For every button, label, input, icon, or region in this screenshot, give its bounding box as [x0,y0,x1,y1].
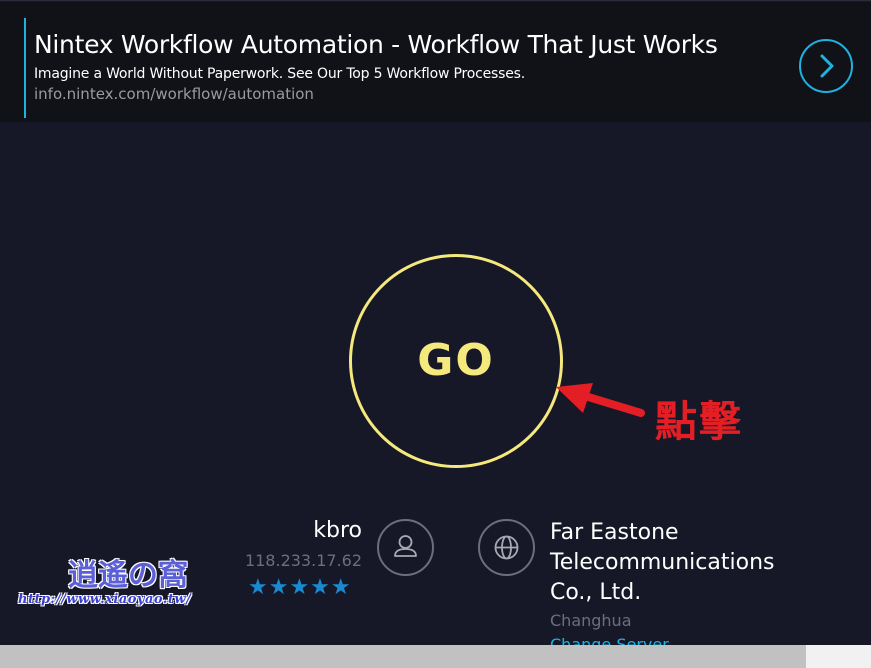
watermark-logo: 逍遙の窩 http://www.xiaoyao.tw/ [8,548,243,612]
server-button[interactable] [478,519,535,576]
ad-url[interactable]: info.nintex.com/workflow/automation [34,85,314,103]
user-icon [394,535,417,557]
server-location: Changhua [550,611,632,630]
click-annotation: 點擊 [655,397,744,446]
top-border [0,0,871,1]
go-label: GO [417,335,495,386]
ad-title[interactable]: Nintex Workflow Automation - Workflow Th… [34,30,718,59]
isp-ip-address: 118.233.17.62 [244,551,362,570]
isp-rating-stars[interactable]: ★★★★★ [248,576,352,600]
isp-name: kbro [313,518,362,543]
go-button[interactable]: GO [349,254,563,468]
watermark-title: 逍遙の窩 [68,558,188,593]
chevron-right-icon [820,54,834,78]
red-arrow-icon [556,383,645,417]
server-provider-name: Far Eastone Telecommunications Co., Ltd. [550,520,775,605]
ad-accent-bar [24,18,26,118]
scrollbar-thumb[interactable] [0,645,806,668]
globe-icon [494,535,519,560]
ad-open-button[interactable] [799,39,853,93]
watermark-url: http://www.xiaoyao.tw/ [18,592,192,607]
ad-subtitle: Imagine a World Without Paperwork. See O… [34,66,525,82]
horizontal-scrollbar[interactable] [0,645,871,668]
speedtest-page: Nintex Workflow Automation - Workflow Th… [0,0,871,668]
ad-banner[interactable]: Nintex Workflow Automation - Workflow Th… [0,2,871,122]
user-button[interactable] [377,519,434,576]
